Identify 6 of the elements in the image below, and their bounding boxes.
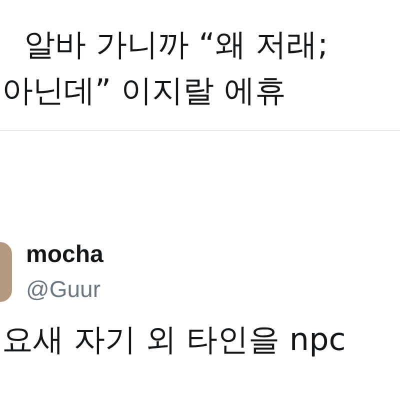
user-handle: @Guur [26, 275, 100, 303]
tweet-text-line: 요새 자기 외 타인을 npc [2, 321, 346, 360]
display-name[interactable]: mocha [26, 241, 104, 269]
tweet-text-line: 알바 가니까 “왜 저래; [24, 26, 328, 65]
avatar[interactable] [0, 242, 12, 302]
tweet-text-line: 아닌데” 이지랄 에휴 [2, 72, 286, 111]
